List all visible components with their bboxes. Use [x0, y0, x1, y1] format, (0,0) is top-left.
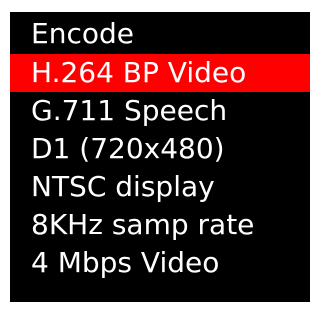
menu-item-label: NTSC display	[31, 170, 215, 203]
menu-item-8khz-sample-rate[interactable]: 8KHz samp rate	[10, 206, 310, 244]
menu-item-ntsc-display[interactable]: NTSC display	[10, 168, 310, 206]
menu-item-label: D1 (720x480)	[31, 132, 225, 165]
menu-item-label: G.711 Speech	[31, 94, 228, 127]
menu-item-label: H.264 BP Video	[31, 56, 247, 89]
encode-menu: Encode H.264 BP Video G.711 Speech D1 (7…	[10, 14, 310, 282]
device-screen: Encode H.264 BP Video G.711 Speech D1 (7…	[10, 12, 310, 302]
menu-item-d1-resolution[interactable]: D1 (720x480)	[10, 130, 310, 168]
menu-item-label: 4 Mbps Video	[31, 246, 220, 279]
menu-item-4mbps-video[interactable]: 4 Mbps Video	[10, 244, 310, 282]
menu-item-g711-speech[interactable]: G.711 Speech	[10, 92, 310, 130]
menu-item-label: 8KHz samp rate	[31, 208, 255, 241]
menu-title-label: Encode	[31, 17, 134, 50]
menu-item-h264-bp-video[interactable]: H.264 BP Video	[10, 54, 310, 92]
menu-title: Encode	[10, 14, 310, 54]
